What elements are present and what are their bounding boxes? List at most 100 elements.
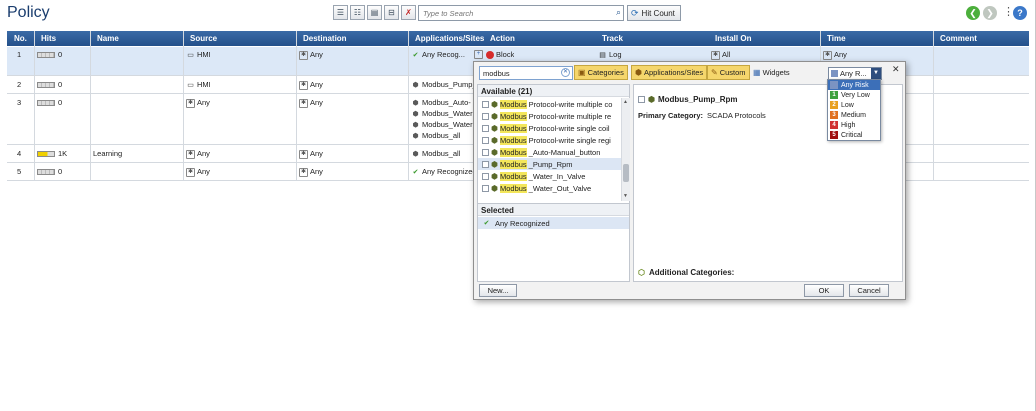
application-cell[interactable]: ⬢ Modbus_all (411, 149, 477, 159)
list-item[interactable]: ⬢ Modbus Protocol-write single regi (478, 134, 621, 146)
destination-cell[interactable]: ✱ Any (299, 149, 323, 159)
new-button[interactable]: New... (479, 284, 517, 297)
checkbox[interactable] (482, 100, 489, 108)
delete-rule-icon[interactable]: ✗ (401, 5, 416, 20)
clear-search-icon[interactable]: ✕ (561, 68, 570, 77)
destination-cell[interactable]: ✱ Any (299, 167, 323, 177)
list-item[interactable]: ⬢ Modbus Protocol-write multiple re (478, 110, 621, 122)
action-cell[interactable]: Block (486, 50, 514, 60)
cancel-button[interactable]: Cancel (849, 284, 889, 297)
scroll-down-icon[interactable]: ▼ (623, 193, 628, 199)
risk-option[interactable]: 4 High (828, 120, 880, 130)
application-cell[interactable]: ⬢ Modbus_all (411, 131, 477, 141)
scrollbar-thumb[interactable] (623, 164, 629, 182)
install-on-cell[interactable]: ✱ All (711, 50, 730, 60)
list-item[interactable]: ⬢ Modbus _Auto-Manual_button (478, 146, 621, 158)
column-header-destination[interactable]: Destination (303, 34, 347, 43)
application-cell[interactable]: ✔ Any Recog... (411, 50, 465, 60)
application-cell[interactable]: ⬢ Modbus_Water (411, 109, 477, 119)
custom-filter-button[interactable]: ✎ Custom (707, 65, 750, 80)
destination-cell[interactable]: ✱ Any (299, 98, 323, 108)
risk-option[interactable]: 2 Low (828, 100, 880, 110)
scroll-up-icon[interactable]: ▲ (623, 99, 628, 105)
ok-button[interactable]: OK (804, 284, 844, 297)
search-box[interactable]: ⌕ (418, 5, 624, 21)
list-item[interactable]: ⬢ Modbus Protocol-write multiple co (478, 98, 621, 110)
source-cell[interactable]: ✱ Any (186, 98, 210, 108)
hits-value: 0 (58, 98, 63, 107)
destination-cell[interactable]: ✱ Any (299, 80, 323, 90)
column-header-time[interactable]: Time (827, 34, 846, 43)
add-rule-below-icon[interactable]: ☷ (350, 5, 365, 20)
checkbox[interactable] (482, 124, 489, 132)
any-icon: ✱ (711, 50, 720, 60)
column-header-name[interactable]: Name (97, 34, 119, 43)
list-item[interactable]: ⬢ Modbus Protocol-write single coil (478, 122, 621, 134)
destination-cell[interactable]: ✱ Any (299, 50, 323, 60)
source-cell[interactable]: ▭ HMI (186, 50, 211, 60)
forward-icon[interactable]: ❯ (983, 6, 997, 20)
source-cell[interactable]: ✱ Any (186, 167, 210, 177)
available-scrollbar[interactable]: ▲ ▼ (621, 98, 630, 201)
checkbox[interactable] (482, 184, 489, 192)
checkbox[interactable] (482, 172, 489, 180)
column-header-track[interactable]: Track (602, 34, 623, 43)
column-header-source[interactable]: Source (190, 34, 217, 43)
source-cell[interactable]: ▭ HMI (186, 80, 211, 90)
column-header-install-on[interactable]: Install On (715, 34, 751, 43)
help-icon[interactable]: ? (1013, 6, 1027, 20)
hit-count-button[interactable]: ⟳ Hit Count (627, 5, 681, 21)
column-header-action[interactable]: Action (490, 34, 515, 43)
app-icon: ⬢ (412, 99, 419, 107)
risk-level-icon: 1 (830, 91, 838, 99)
list-item[interactable]: ⬢ Modbus _Water_Out_Valve (478, 182, 621, 194)
risk-option[interactable]: 5 Critical (828, 130, 880, 140)
widgets-filter-button[interactable]: ▦ Widgets (753, 68, 790, 77)
risk-option[interactable]: Any Risk (828, 80, 880, 90)
selected-item[interactable]: ✔ Any Recognized (478, 217, 629, 229)
add-section-icon[interactable]: ▤ (367, 5, 382, 20)
match-highlight: Modbus (499, 99, 527, 109)
column-header-hits[interactable]: Hits (41, 34, 56, 43)
dialog-search-input[interactable] (480, 67, 558, 79)
risk-option[interactable]: 1 Very Low (828, 90, 880, 100)
checkbox[interactable] (638, 96, 645, 103)
detail-title: ⬢ Modbus_Pump_Rpm (638, 95, 738, 104)
column-header-applications[interactable]: Applications/Sites (415, 34, 484, 43)
search-icon[interactable]: ⌕ (616, 7, 621, 18)
application-cell[interactable]: ⬢ Modbus_Water (411, 120, 477, 130)
any-icon: ✱ (299, 149, 308, 159)
source-cell[interactable]: ✱ Any (186, 149, 210, 159)
column-header-comment[interactable]: Comment (940, 34, 977, 43)
checkbox[interactable] (482, 148, 489, 156)
list-item[interactable]: ⬢ Modbus _Water_In_Valve (478, 170, 621, 182)
checkbox[interactable] (482, 160, 489, 168)
checkbox[interactable] (482, 112, 489, 120)
close-icon[interactable]: ✕ (892, 64, 900, 75)
list-item[interactable]: ⬢ Modbus _Pump_Rpm (478, 158, 621, 170)
add-app-icon[interactable]: + (474, 49, 485, 59)
application-cell[interactable]: ⬢ Modbus_Auto- (411, 98, 477, 108)
applications-filter-button[interactable]: ⬢ Applications/Sites (631, 65, 708, 80)
move-rule-icon[interactable]: ⊟ (384, 5, 399, 20)
page-title: Policy (7, 4, 50, 21)
application-cell[interactable]: ✔ Any Recognized (411, 167, 477, 177)
time-cell[interactable]: ✱ Any (823, 50, 847, 60)
back-icon[interactable]: ❮ (966, 6, 980, 20)
app-icon: ⬢ (491, 159, 498, 169)
application-cell[interactable]: ⬢ Modbus_Pump_ (411, 80, 477, 90)
add-rule-above-icon[interactable]: ☰ (333, 5, 348, 20)
track-cell[interactable]: ▤ Log (598, 50, 621, 60)
rule-name[interactable]: Learning (93, 149, 122, 158)
risk-option[interactable]: 3 Medium (828, 110, 880, 120)
checkbox[interactable] (482, 136, 489, 144)
primary-category: Primary Category: SCADA Protocols (638, 111, 766, 120)
application-value: Modbus_all (422, 131, 461, 140)
column-header-no[interactable]: No. (14, 34, 27, 43)
available-pane: Available (21) ⬢ Modbus Protocol-write mu… (477, 84, 630, 282)
dialog-search-box[interactable]: ✕ (479, 66, 573, 80)
search-input[interactable] (419, 6, 605, 20)
categories-filter-button[interactable]: ▣ Categories (574, 65, 628, 80)
categories-icon: ▣ (578, 68, 586, 77)
chevron-down-icon[interactable]: ▼ (871, 68, 881, 79)
